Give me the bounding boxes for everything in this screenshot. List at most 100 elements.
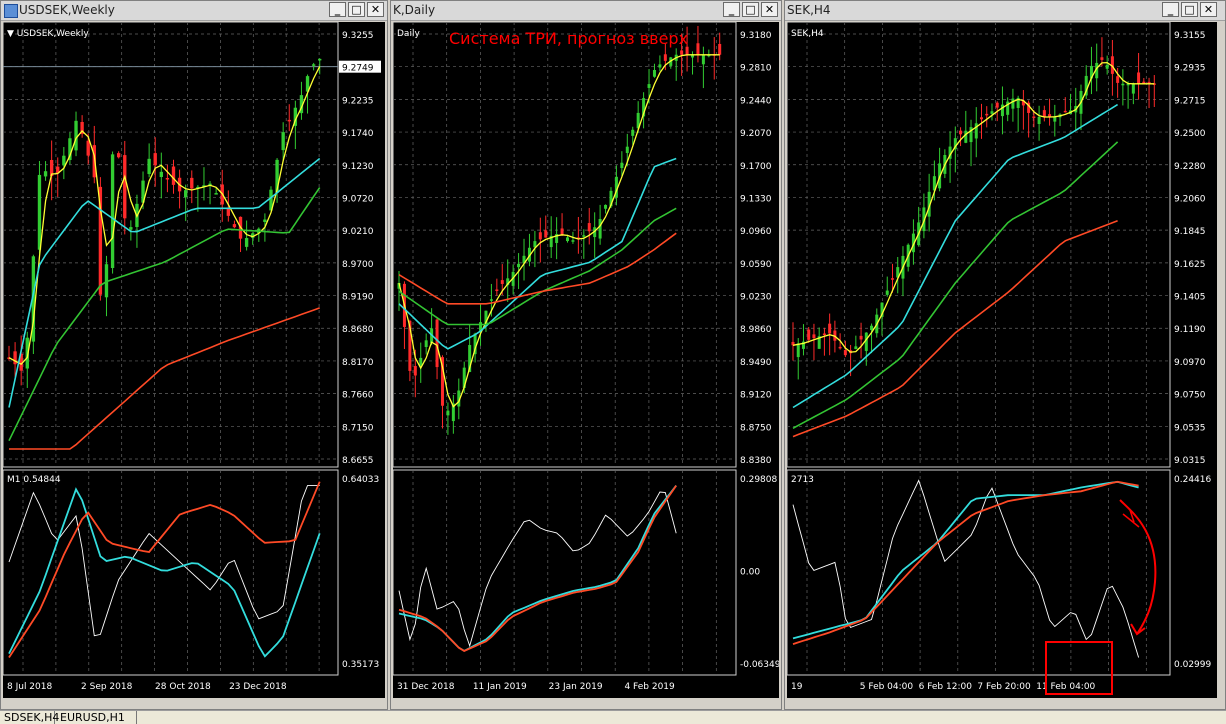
- candle-body: [435, 319, 439, 368]
- main-plot-frame: [393, 22, 737, 468]
- candle-body: [571, 240, 575, 242]
- price-tick-label: 9.2070: [740, 129, 772, 139]
- price-tick-label: 8.9120: [740, 391, 772, 401]
- time-axis-label: 2 Sep 2018: [81, 682, 133, 692]
- chart-symbol-label: Daily: [397, 29, 420, 39]
- candle-body: [807, 329, 811, 340]
- candle-body: [489, 299, 493, 301]
- candle-body: [544, 230, 548, 238]
- close-button[interactable]: ✕: [367, 2, 384, 17]
- chart-symbol-label: ▼ USDSEK,Weekly: [7, 29, 89, 39]
- minimize-button[interactable]: _: [723, 2, 740, 17]
- candle-body: [701, 54, 705, 65]
- minimize-button[interactable]: _: [1162, 2, 1179, 17]
- price-tick-label: 9.2935: [1174, 64, 1206, 74]
- candle-body: [859, 335, 863, 340]
- ma-green-line: [398, 207, 677, 326]
- price-tick-label: 9.2715: [1174, 96, 1206, 106]
- chart-window-weekly[interactable]: USDSEK,Weekly _ □ ✕ 9.3255 9.2749 9.2235 9.…: [0, 0, 388, 710]
- candle-body: [566, 237, 569, 242]
- title-bar[interactable]: SEK,H4 _ □ ✕: [785, 1, 1225, 21]
- maximize-button[interactable]: □: [1181, 2, 1198, 17]
- candle-body: [1011, 98, 1015, 109]
- candle-body: [828, 323, 832, 334]
- chart-window-daily[interactable]: K,Daily _ □ ✕ 9.3180 9.2810 9.2440 9.2070 9.…: [390, 0, 782, 710]
- close-button[interactable]: ✕: [761, 2, 778, 17]
- maximize-button[interactable]: □: [742, 2, 759, 17]
- indicator-label: 2713: [791, 475, 814, 485]
- chart-canvas[interactable]: 9.3255 9.2749 9.2235 9.1740 9.1230 9.0720 9.02…: [3, 22, 385, 698]
- candle-body: [62, 155, 66, 166]
- time-axis-label: 31 Dec 2018: [397, 682, 455, 692]
- minimize-button[interactable]: _: [329, 2, 346, 17]
- price-tick-label: 9.3255: [342, 31, 374, 41]
- chart-canvas[interactable]: 9.3155 9.2935 9.2715 9.2500 9.2280 9.2060 9.18…: [787, 22, 1217, 698]
- candle-body: [890, 278, 894, 280]
- price-tick-label: 8.6655: [342, 456, 374, 466]
- price-tick-label: 8.8680: [342, 325, 374, 335]
- price-tick-label: 9.2060: [1174, 194, 1206, 204]
- window-title: K,Daily: [393, 3, 436, 17]
- candle-body: [1116, 76, 1120, 83]
- chart-window-icon: [4, 4, 18, 18]
- candle-body: [980, 117, 983, 120]
- price-tick-label: 9.0535: [1174, 423, 1206, 433]
- price-tick-label: 9.1190: [1174, 325, 1206, 335]
- time-axis-label: 8 Jul 2018: [7, 682, 52, 692]
- indicator-tick-label: 0.29808: [740, 475, 777, 485]
- price-tick-label: 8.8750: [740, 423, 772, 433]
- chart-window-h4[interactable]: SEK,H4 _ □ ✕ 9.3155 9.2935 9.2715 9.2500 9.2…: [784, 0, 1226, 710]
- indicator-tick-label: 0.02999: [1174, 660, 1211, 670]
- indicator-line-red: [398, 485, 677, 653]
- price-tick-label: 9.1740: [342, 129, 374, 139]
- price-tick-label: 8.7150: [342, 423, 374, 433]
- candle-body: [582, 235, 586, 237]
- close-button[interactable]: ✕: [1200, 2, 1217, 17]
- price-tick-label: 9.0750: [1174, 391, 1206, 401]
- chart-canvas[interactable]: 9.3180 9.2810 9.2440 9.2070 9.1700 9.1330 9.09…: [393, 22, 779, 698]
- candle-body: [123, 155, 127, 219]
- candle-body: [1105, 64, 1109, 69]
- candle-body: [159, 171, 163, 177]
- candle-body: [1137, 72, 1141, 84]
- candle-body: [538, 232, 542, 240]
- candle-body: [598, 218, 602, 239]
- price-tick-label: 9.0590: [740, 260, 772, 270]
- candle-body: [419, 357, 423, 366]
- window-title: USDSEK,Weekly: [19, 3, 115, 17]
- time-axis-label: 23 Jan 2019: [549, 682, 603, 692]
- price-tick-label: 9.3180: [740, 31, 772, 41]
- candle-body: [658, 64, 662, 68]
- ma-red-line: [792, 220, 1118, 438]
- candle-body: [147, 158, 151, 175]
- title-bar[interactable]: USDSEK,Weekly _ □ ✕: [1, 1, 387, 21]
- price-tick-label: 9.1230: [342, 162, 374, 172]
- candle-body: [885, 290, 889, 295]
- price-tick-label: 9.0960: [740, 227, 772, 237]
- candle-body: [718, 43, 722, 55]
- candle-body: [663, 54, 667, 61]
- price-tick-label: 9.0970: [1174, 358, 1206, 368]
- candle-body: [1131, 83, 1135, 94]
- ma-red-line: [398, 232, 677, 305]
- candle-body: [985, 113, 989, 116]
- window-title: SEK,H4: [787, 3, 831, 17]
- candle-body: [680, 50, 684, 55]
- title-bar[interactable]: K,Daily _ □ ✕: [391, 1, 781, 21]
- price-tick-label: 9.0720: [342, 194, 374, 204]
- maximize-button[interactable]: □: [348, 2, 365, 17]
- candle-body: [1100, 57, 1104, 60]
- price-tick-label: 9.1330: [740, 194, 772, 204]
- candle-body: [620, 162, 624, 169]
- time-axis-label: 5 Feb 04:00: [860, 682, 914, 692]
- time-axis-label: 6 Feb 12:00: [919, 682, 973, 692]
- price-tick-label: 9.1405: [1174, 293, 1206, 303]
- candle-body: [263, 219, 267, 222]
- price-tick-label: 8.9490: [740, 358, 772, 368]
- candle-body: [1000, 104, 1004, 117]
- price-tick-label: 9.0210: [342, 227, 374, 237]
- time-axis-label: 28 Oct 2018: [155, 682, 211, 692]
- tab-usdsek-h4[interactable]: SDSEK,H4: [0, 711, 59, 724]
- price-tick-label: 9.0315: [1174, 456, 1206, 466]
- tab-eurusd-h1[interactable]: EURUSD,H1: [56, 711, 137, 724]
